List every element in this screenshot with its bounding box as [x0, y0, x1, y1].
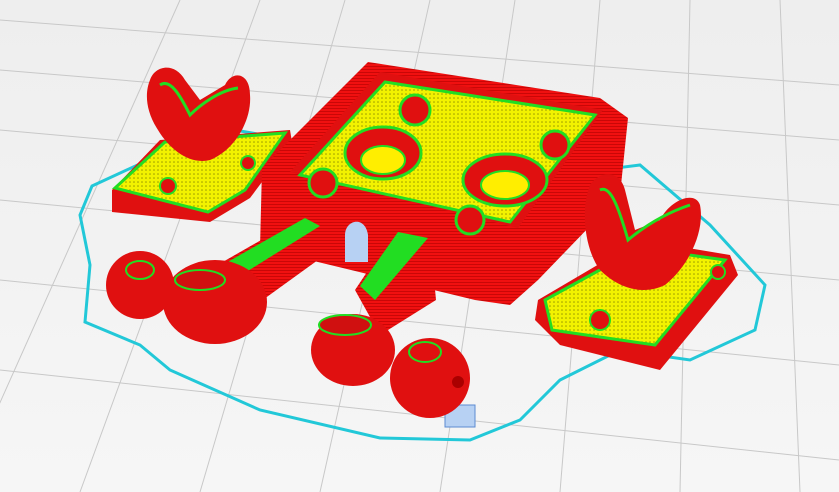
tray-box[interactable] [260, 62, 628, 305]
3d-viewport[interactable] [0, 0, 839, 492]
scene [0, 0, 839, 492]
left-arm-ball[interactable] [106, 212, 330, 344]
